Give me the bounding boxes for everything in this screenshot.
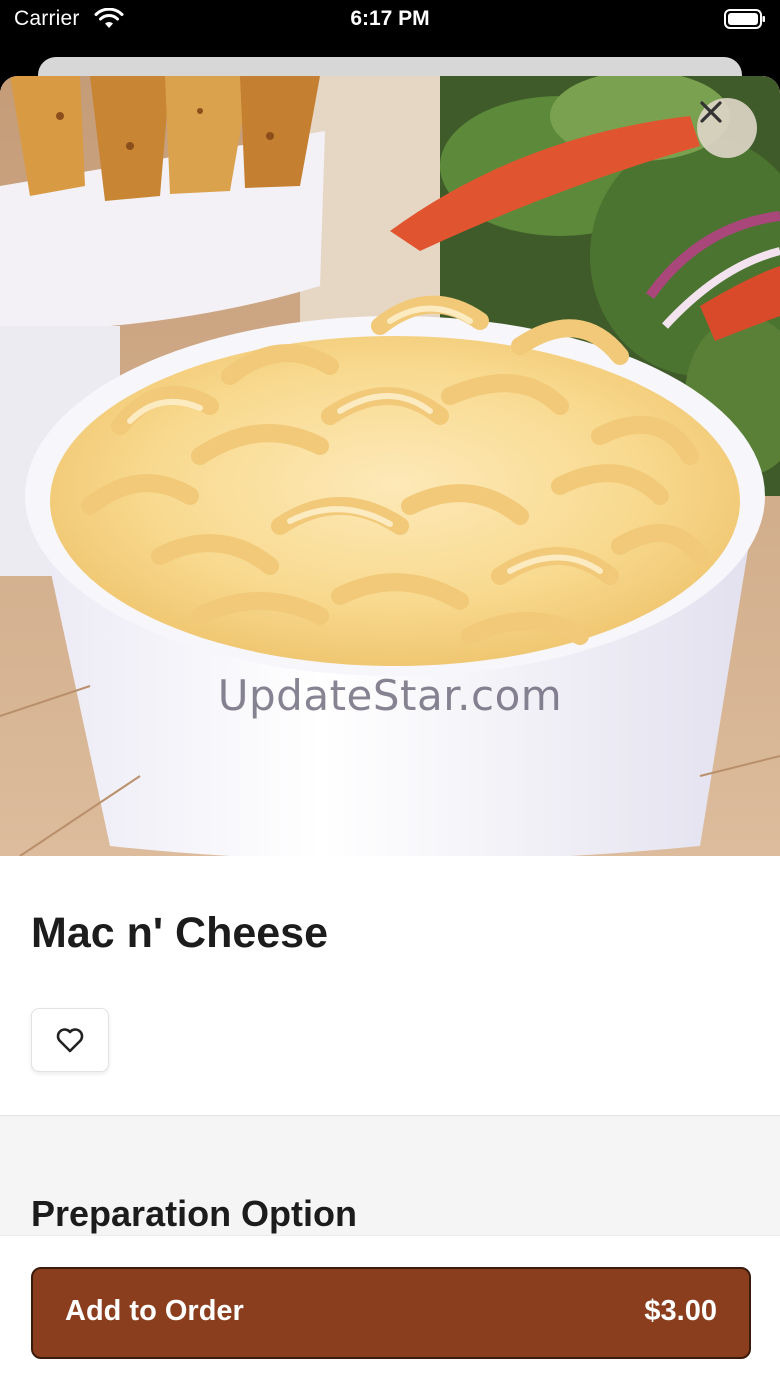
section-title: Preparation Option (31, 1193, 358, 1234)
close-icon (700, 101, 722, 123)
add-to-order-label: Add to Order (65, 1295, 244, 1327)
status-time: 6:17 PM (350, 7, 430, 30)
status-bar: Carrier 6:17 PM (0, 0, 780, 40)
item-title: Mac n' Cheese (31, 909, 329, 957)
favorite-button[interactable] (31, 1008, 109, 1072)
item-image: UpdateStar.com (0, 76, 780, 856)
heart-icon (56, 1028, 84, 1053)
watermark-text: UpdateStar.com (217, 671, 563, 720)
item-detail-sheet: UpdateStar.com Mac n' Cheese Preparation… (0, 76, 780, 1387)
item-price: $3.00 (644, 1295, 717, 1327)
close-button[interactable] (697, 98, 757, 158)
add-to-order-button[interactable]: Add to Order $3.00 (31, 1267, 751, 1359)
battery-icon (724, 9, 765, 29)
food-photo (0, 76, 780, 856)
item-info: Mac n' Cheese (0, 856, 780, 1116)
bottom-bar: Add to Order $3.00 (0, 1235, 780, 1387)
